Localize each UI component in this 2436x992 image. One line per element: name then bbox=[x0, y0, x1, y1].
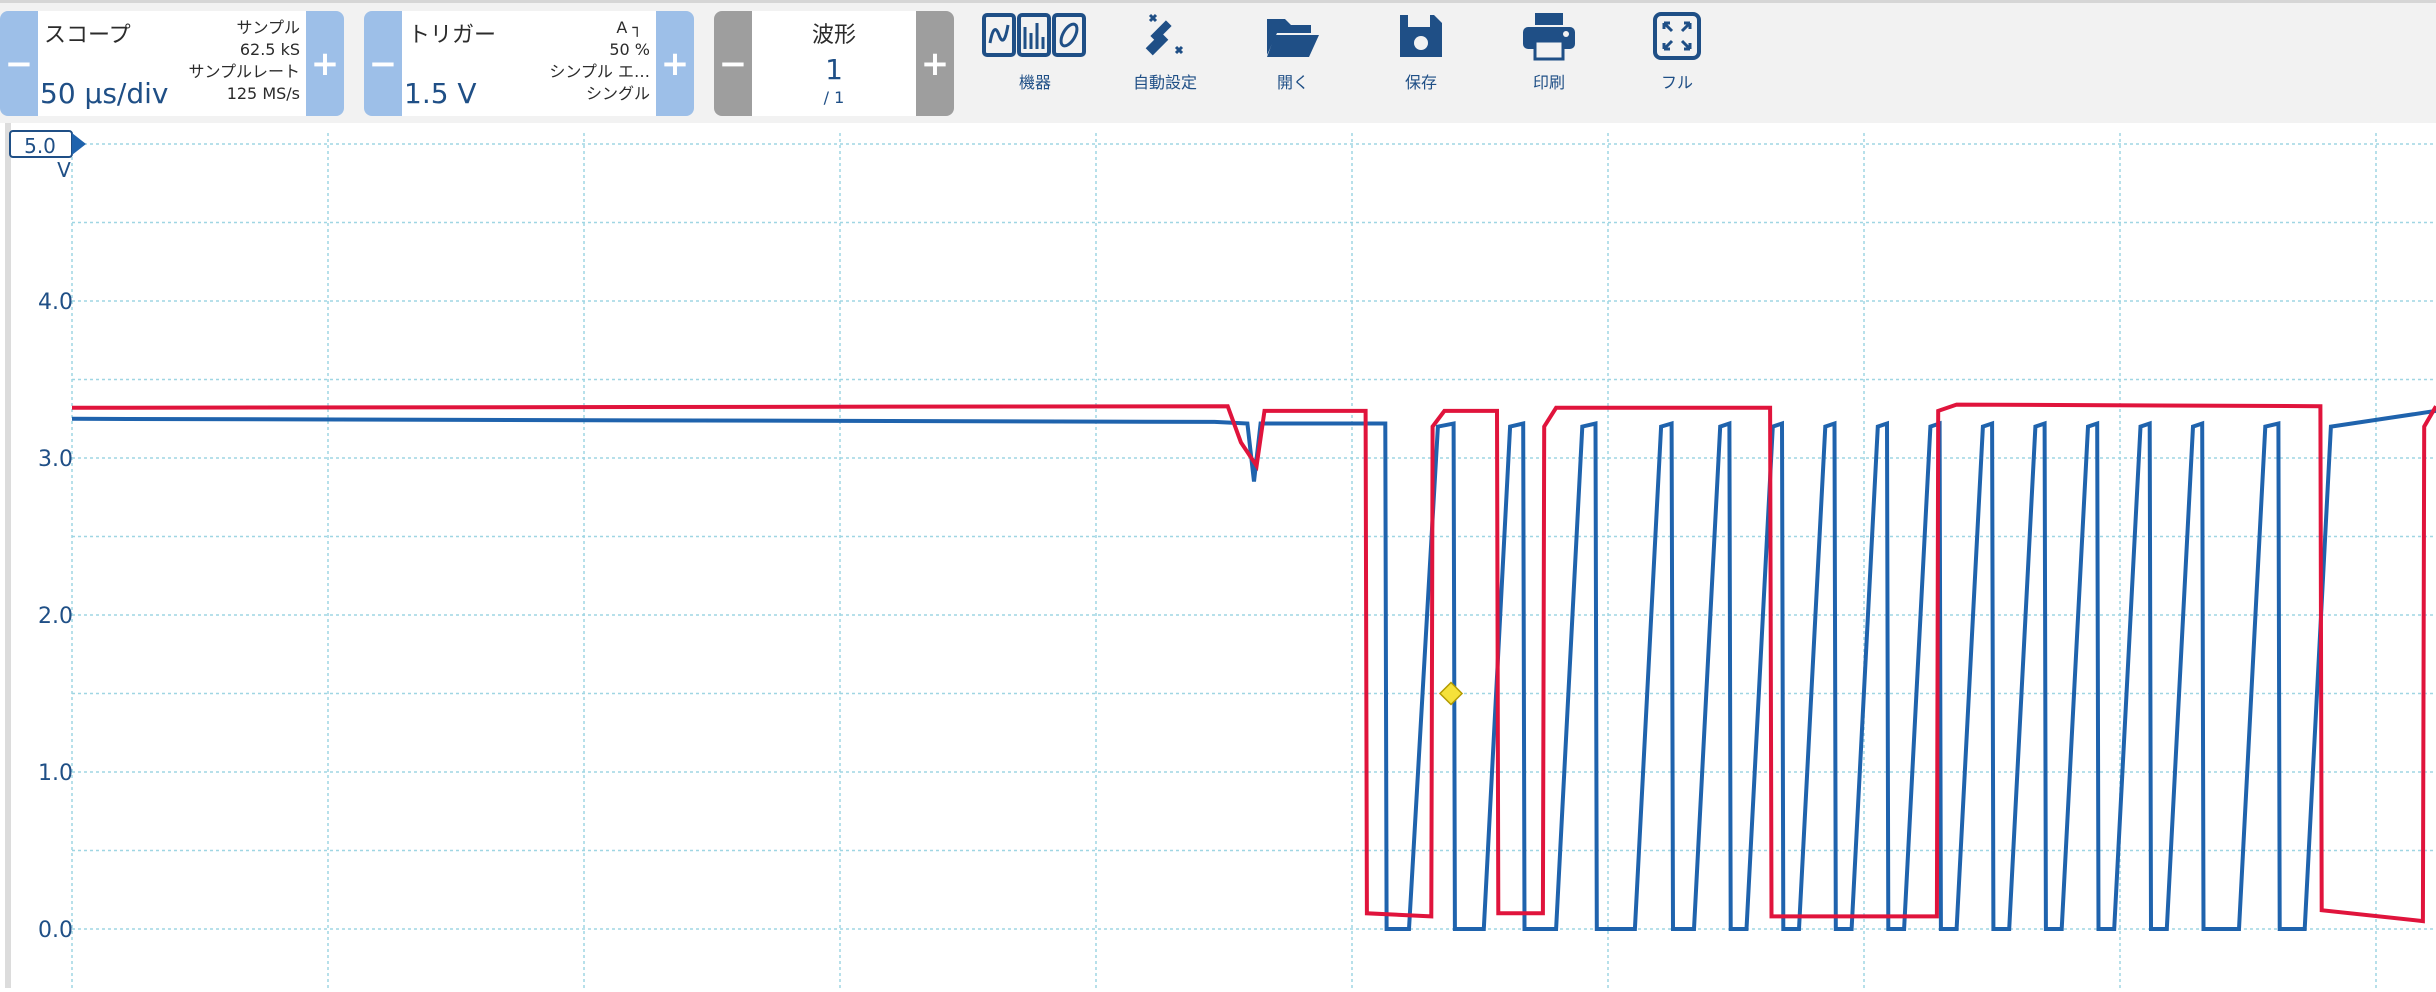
save-label: 保存 bbox=[1404, 73, 1437, 92]
auto-setup-button[interactable]: 自動設定 bbox=[1110, 11, 1220, 93]
y-tick-label: 4.0 bbox=[38, 290, 73, 315]
trigger-title: トリガー bbox=[408, 23, 497, 48]
waveform-total: / 1 bbox=[823, 88, 845, 107]
scope-minus-button[interactable]: − bbox=[0, 11, 38, 116]
y-tick-label: 0.0 bbox=[38, 918, 73, 943]
waveform-title: 波形 bbox=[811, 23, 856, 48]
samples-label: サンプル bbox=[236, 18, 300, 37]
auto-setup-icon bbox=[1145, 13, 1184, 56]
waveform-minus-button[interactable]: − bbox=[714, 11, 752, 116]
sample-rate-label: サンプルレート bbox=[188, 62, 300, 81]
trace-channel-b bbox=[71, 402, 2436, 924]
trace-channel-a bbox=[71, 408, 2436, 931]
sample-rate-value: 125 MS/s bbox=[226, 84, 300, 103]
toolbar: − スコープ 50 µs/div サンプル 62.5 kS サンプルレート 12… bbox=[0, 0, 2436, 123]
y-tick-label: 3.0 bbox=[38, 447, 73, 472]
waveform-chart: 4.0 3.0 2.0 1.0 0.0 5.0V bbox=[5, 123, 2436, 988]
scope-timebase: 50 µs/div bbox=[40, 77, 169, 110]
y-tick-label: 1.0 bbox=[38, 761, 73, 786]
open-label: 開く bbox=[1276, 73, 1309, 92]
trigger-channel: A ┐ bbox=[616, 18, 642, 37]
y-unit-label: V bbox=[57, 158, 71, 182]
print-button[interactable]: 印刷 bbox=[1494, 11, 1604, 93]
scope-plot[interactable]: 4.0 3.0 2.0 1.0 0.0 5.0 V bbox=[0, 123, 2436, 988]
y-tick-label: 2.0 bbox=[38, 604, 73, 629]
trigger-control: − トリガー 1.5 V A ┐ 50 % シンプル エ… シングル + bbox=[364, 11, 694, 116]
trigger-minus-button[interactable]: − bbox=[364, 11, 402, 116]
trigger-mode: シングル bbox=[585, 84, 650, 103]
waveform-control: − 波形 1 / 1 + bbox=[714, 11, 954, 116]
print-label: 印刷 bbox=[1532, 73, 1565, 92]
scale-marker-arrow bbox=[72, 133, 86, 155]
trigger-percent: 50 % bbox=[609, 40, 650, 59]
instrument-button[interactable]: 機器 bbox=[980, 11, 1090, 93]
scope-plus-button[interactable]: + bbox=[306, 11, 344, 116]
print-icon bbox=[1523, 13, 1575, 61]
scope-panel[interactable]: スコープ 50 µs/div サンプル 62.5 kS サンプルレート 125 … bbox=[38, 11, 306, 116]
trigger-panel[interactable]: トリガー 1.5 V A ┐ 50 % シンプル エ… シングル bbox=[402, 11, 656, 116]
samples-value: 62.5 kS bbox=[239, 40, 300, 59]
waveform-index: 1 bbox=[825, 53, 843, 86]
instrument-label: 機器 bbox=[1018, 73, 1051, 92]
fullscreen-label: フル bbox=[1660, 73, 1693, 92]
trigger-marker bbox=[1438, 681, 1464, 706]
waveform-panel[interactable]: 波形 1 / 1 bbox=[752, 11, 916, 116]
scope-control: − スコープ 50 µs/div サンプル 62.5 kS サンプルレート 12… bbox=[0, 11, 344, 116]
trigger-level: 1.5 V bbox=[404, 77, 477, 110]
scope-title: スコープ bbox=[44, 23, 131, 48]
open-button[interactable]: 開く bbox=[1238, 11, 1348, 93]
fullscreen-icon bbox=[1653, 12, 1701, 60]
folder-open-icon bbox=[1267, 19, 1319, 57]
instrument-icon bbox=[982, 13, 1086, 57]
trigger-plus-button[interactable]: + bbox=[656, 11, 694, 116]
trigger-type: シンプル エ… bbox=[549, 62, 650, 81]
auto-setup-label: 自動設定 bbox=[1132, 73, 1197, 92]
save-icon bbox=[1400, 15, 1442, 57]
fullscreen-button[interactable]: フル bbox=[1622, 11, 1732, 93]
save-button[interactable]: 保存 bbox=[1366, 11, 1476, 93]
waveform-plus-button[interactable]: + bbox=[916, 11, 954, 116]
y-max-label: 5.0 bbox=[24, 134, 56, 158]
rising-edge-icon: ┐ bbox=[632, 18, 642, 37]
